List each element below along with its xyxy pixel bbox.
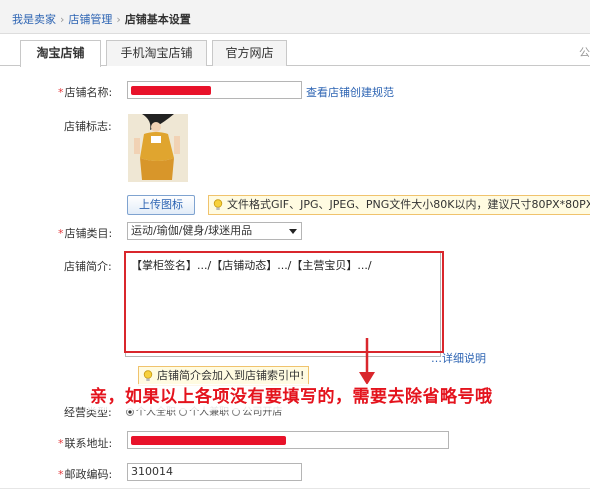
logo-format-tip-text: 文件格式GIF、JPG、JPEG、PNG文件大小80K以内，建议尺寸80PX*8…: [227, 198, 590, 211]
shop-category-select[interactable]: 运动/瑜伽/健身/球迷用品: [127, 222, 302, 240]
redaction-mark: [131, 86, 211, 95]
shop-name-input[interactable]: [127, 81, 302, 99]
corner-text: 公: [579, 46, 590, 59]
shop-rule-link[interactable]: 查看店铺创建规范: [306, 84, 394, 100]
shop-intro-text: 【掌柜签名】.../【店铺动态】.../【主营宝贝】.../: [131, 259, 372, 272]
postcode-label-text: 邮政编码:: [64, 468, 113, 481]
tab-taobao-shop[interactable]: 淘宝店铺: [20, 40, 101, 67]
required-mark: *: [58, 86, 64, 99]
required-mark: *: [58, 437, 64, 450]
address-label-text: 联系地址:: [64, 437, 113, 450]
required-mark: *: [58, 468, 64, 481]
breadcrumb-separator: ›: [60, 13, 65, 26]
intro-index-tip: 店铺简介会加入到店铺索引中!: [138, 366, 310, 386]
shop-category-selected: 运动/瑜伽/健身/球迷用品: [131, 224, 253, 237]
logo-format-tip: 文件格式GIF、JPG、JPEG、PNG文件大小80K以内，建议尺寸80PX*8…: [208, 195, 590, 215]
breadcrumb-separator: ›: [116, 13, 121, 26]
shop-category-label: *店铺类目:: [58, 225, 112, 241]
lightbulb-icon: [143, 370, 153, 381]
lightbulb-icon: [213, 199, 223, 210]
tab-official-store[interactable]: 官方网店: [212, 40, 287, 66]
breadcrumb: 我是卖家 › 店铺管理 › 店铺基本设置: [12, 11, 191, 27]
arrow-down-icon: [359, 338, 375, 385]
postcode-input[interactable]: 310014: [127, 463, 302, 481]
shop-name-label-text: 店铺名称:: [64, 86, 113, 99]
top-bar: 我是卖家 › 店铺管理 › 店铺基本设置: [0, 0, 590, 34]
required-mark: *: [58, 227, 64, 240]
shop-logo-illustration: [128, 114, 188, 182]
intro-index-tip-text: 店铺简介会加入到店铺索引中!: [157, 369, 305, 382]
breadcrumb-seller[interactable]: 我是卖家: [12, 13, 56, 26]
address-label: *联系地址:: [58, 435, 112, 451]
postcode-label: *邮政编码:: [58, 466, 112, 482]
upload-logo-button[interactable]: 上传图标: [127, 195, 195, 215]
shop-category-label-text: 店铺类目:: [64, 227, 113, 240]
shop-name-label: *店铺名称:: [58, 84, 112, 100]
intro-detail-link[interactable]: …详细说明: [431, 350, 486, 366]
shop-intro-label: 店铺简介:: [64, 260, 112, 273]
divider: [0, 488, 590, 489]
address-input[interactable]: [127, 431, 449, 449]
shop-logo-image: [128, 114, 188, 182]
intro-detail-link-text: 详细说明: [442, 352, 486, 365]
tab-bar: 淘宝店铺 手机淘宝店铺 官方网店: [0, 34, 590, 67]
dropdown-arrow-icon: [289, 229, 297, 234]
breadcrumb-current: 店铺基本设置: [124, 13, 191, 26]
tab-mobile-taobao-shop[interactable]: 手机淘宝店铺: [106, 40, 207, 66]
shop-logo-label: 店铺标志:: [64, 120, 112, 133]
breadcrumb-shop-manage[interactable]: 店铺管理: [68, 13, 112, 26]
annotation-text: 亲，如果以上各项没有要填写的，需要去除省略号哦: [88, 384, 495, 410]
redaction-mark: [131, 436, 286, 445]
